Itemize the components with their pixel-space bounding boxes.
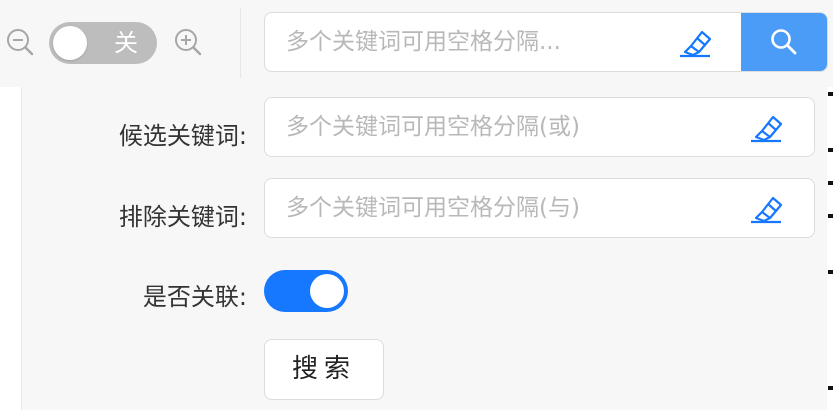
zoom-in-icon[interactable] [173, 27, 203, 57]
edge-mark [828, 214, 833, 218]
advanced-search-panel: 候选关键词: 排除关键词: [21, 87, 833, 410]
search-input[interactable] [265, 13, 686, 71]
related-label: 是否关联: [142, 283, 247, 311]
edge-mark [828, 181, 833, 185]
eraser-icon[interactable] [677, 26, 713, 58]
candidate-keywords-input[interactable] [265, 98, 746, 156]
candidate-keywords-label: 候选关键词: [118, 122, 247, 150]
exclude-keywords-field [264, 178, 815, 238]
edge-mark [828, 92, 833, 96]
clipped-edge-content [827, 87, 833, 410]
view-toggle-switch[interactable]: 关 [49, 22, 157, 64]
search-button[interactable] [741, 13, 827, 71]
toggle-knob [310, 274, 344, 308]
zoom-out-icon[interactable] [5, 27, 35, 57]
edge-mark [828, 148, 833, 152]
exclude-keywords-input[interactable] [265, 179, 746, 237]
toggle-knob [53, 26, 87, 60]
related-toggle-switch[interactable] [264, 270, 348, 312]
search-icon [771, 29, 797, 55]
toolbar-divider [240, 8, 241, 78]
toggle-label: 关 [114, 29, 138, 57]
eraser-icon[interactable] [748, 192, 784, 224]
edge-mark [828, 270, 833, 274]
eraser-icon[interactable] [748, 111, 784, 143]
toolbar: 关 [0, 0, 833, 87]
candidate-keywords-field [264, 97, 815, 157]
app-root: 关 多个关键词可用空格分隔... 候选关键词: 多个关键词可用空格分隔(或) 排… [0, 0, 833, 410]
top-search-box [264, 12, 828, 72]
submit-search-button[interactable]: 搜索 [264, 339, 384, 400]
edge-mark [828, 386, 833, 390]
exclude-keywords-label: 排除关键词: [118, 203, 247, 231]
